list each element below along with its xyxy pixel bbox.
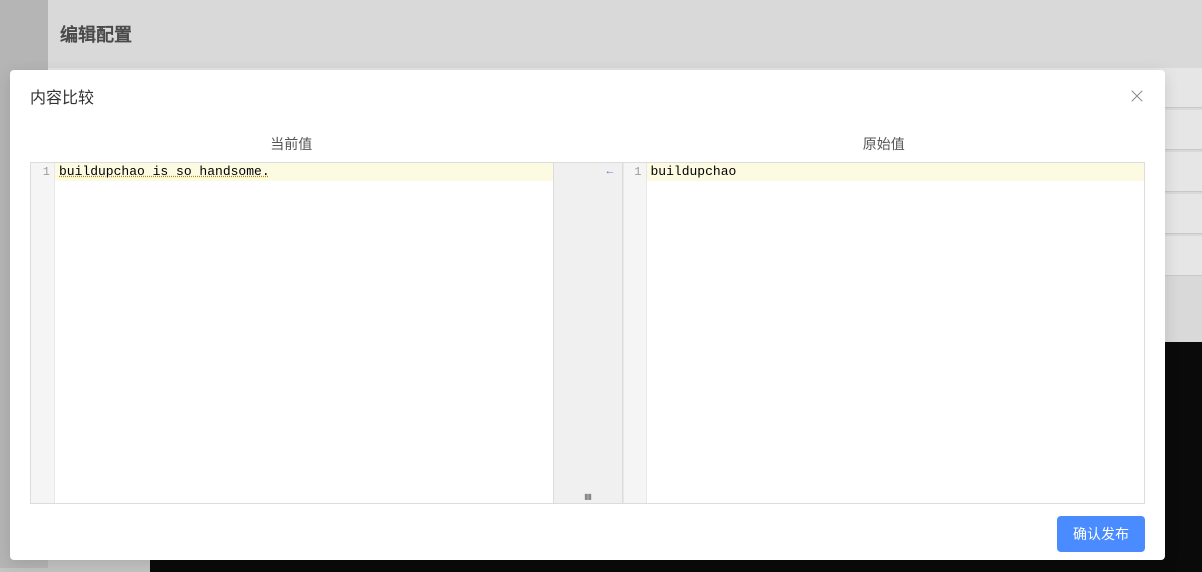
content-compare-modal: 内容比较 当前值 原始值 1 buildupchao is so handsom… [10,70,1165,560]
page-header: 编辑配置 [48,0,1202,68]
original-value-header: 原始值 [623,134,1146,154]
diff-connector: ← ▮▮ [553,163,623,503]
right-code[interactable]: buildupchao [647,163,1145,503]
diff-right-pane[interactable]: 1 buildupchao [623,163,1145,503]
modal-footer: 确认发布 [10,504,1165,566]
close-icon[interactable] [1129,88,1145,104]
resize-handle-icon[interactable]: ▮▮ [584,492,591,501]
confirm-publish-button[interactable]: 确认发布 [1057,516,1145,552]
modal-body: 当前值 原始值 1 buildupchao is so handsome. ← … [10,122,1165,504]
diff-line: buildupchao is so handsome. [55,163,553,181]
left-line-gutter: 1 [31,163,55,503]
right-line-gutter: 1 [623,163,647,503]
merge-left-arrow-icon[interactable]: ← [605,165,616,177]
diff-viewer: 1 buildupchao is so handsome. ← ▮▮ 1 bui… [30,162,1145,504]
current-value-header: 当前值 [30,134,553,154]
left-code[interactable]: buildupchao is so handsome. [55,163,553,503]
page-title: 编辑配置 [60,21,132,47]
modal-header: 内容比较 [10,70,1165,122]
diff-left-pane[interactable]: 1 buildupchao is so handsome. [31,163,553,503]
modal-title: 内容比较 [30,84,94,108]
diff-line: buildupchao [647,163,1145,181]
diff-column-headers: 当前值 原始值 [30,122,1145,162]
